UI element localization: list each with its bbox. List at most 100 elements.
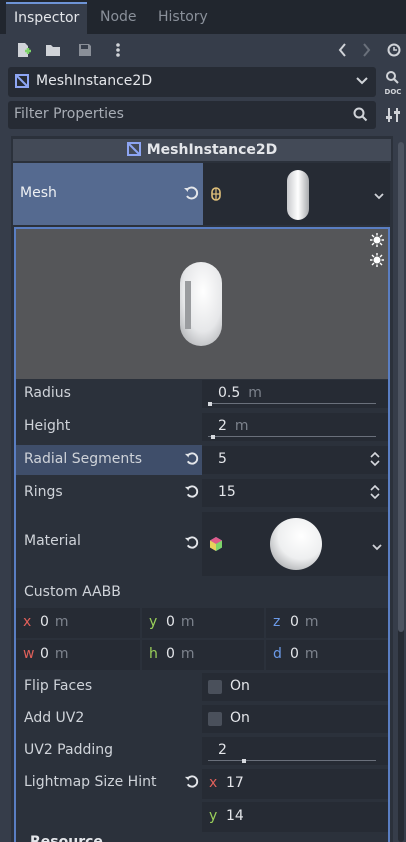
doc-label: DOC — [384, 88, 402, 96]
height-unit: m — [234, 418, 249, 434]
checkbox-unchecked-icon[interactable] — [208, 680, 222, 694]
uv2-padding-value: 2 — [218, 742, 227, 758]
section-header: MeshInstance2D — [13, 139, 391, 161]
load-resource-icon[interactable] — [42, 39, 64, 61]
more-icon[interactable] — [107, 39, 129, 61]
chevron-down-icon[interactable] — [374, 189, 384, 204]
search-icon — [353, 107, 368, 126]
mesh-instance-2d-icon — [14, 73, 30, 93]
height-slider-grabber[interactable] — [211, 435, 215, 439]
lightmap-size-x-field[interactable]: x 17 — [202, 769, 388, 799]
spin-updown-icon[interactable] — [370, 484, 380, 502]
flip-faces-row: Flip Faces On — [16, 672, 388, 702]
checkbox-unchecked-icon[interactable] — [208, 712, 222, 726]
lightmap-size-y-field[interactable]: y 14 — [202, 802, 388, 832]
radius-slider[interactable] — [208, 402, 376, 406]
aabb-y-axis: y — [149, 614, 158, 630]
add-uv2-row: Add UV2 On — [16, 704, 388, 734]
aabb-z-unit: m — [304, 614, 319, 630]
aabb-h-axis: h — [149, 646, 158, 662]
flip-faces-checkbox[interactable]: On — [202, 673, 388, 701]
lightmap-x-value: 17 — [226, 775, 244, 791]
object-selector[interactable]: MeshInstance2D — [8, 67, 376, 97]
section-title: MeshInstance2D — [146, 142, 278, 158]
aabb-h-field[interactable]: h 0m — [142, 640, 264, 670]
revert-icon[interactable] — [184, 535, 199, 554]
capsule-thumbnail — [283, 169, 313, 225]
scrollbar[interactable] — [398, 142, 404, 842]
tab-node[interactable]: Node — [92, 4, 145, 30]
flip-faces-toggle-label: On — [230, 678, 250, 694]
light-1-toggle-icon[interactable] — [370, 233, 384, 251]
back-icon[interactable] — [332, 39, 354, 61]
forward-icon[interactable] — [355, 39, 377, 61]
aabb-z-value: 0 — [290, 614, 299, 630]
radial-segments-spinbox[interactable]: 5 — [202, 446, 388, 474]
aabb-d-field[interactable]: d 0m — [266, 640, 388, 670]
mesh-preview — [16, 229, 388, 379]
aabb-y-value: 0 — [166, 614, 175, 630]
rings-spinbox[interactable]: 15 — [202, 479, 388, 507]
mesh-property-row[interactable]: Mesh — [13, 163, 203, 225]
radius-unit: m — [248, 385, 262, 401]
aabb-h-unit: m — [180, 646, 195, 662]
height-field[interactable]: 2m — [202, 413, 388, 441]
open-documentation-button[interactable]: DOC — [382, 70, 404, 96]
object-selector-label: MeshInstance2D — [36, 73, 153, 89]
uv2-padding-slider-grabber[interactable] — [242, 759, 246, 763]
aabb-d-value: 0 — [290, 646, 299, 662]
material-label: Material — [24, 533, 81, 549]
spin-updown-icon[interactable] — [370, 451, 380, 469]
radial-segments-label-cell: Radial Segments — [16, 445, 202, 475]
radius-label: Radius — [24, 385, 71, 401]
material-row: Material — [16, 511, 388, 577]
aabb-x-field[interactable]: x 0m — [16, 608, 140, 638]
lightmap-y-axis: y — [209, 808, 218, 824]
radius-value: 0.5 — [218, 385, 241, 401]
uv2-padding-slider[interactable] — [208, 759, 376, 763]
filter-properties-input[interactable]: Filter Properties — [8, 101, 376, 129]
uv2-padding-label: UV2 Padding — [24, 742, 113, 758]
scrollbar-grabber[interactable] — [398, 142, 404, 632]
save-icon[interactable] — [74, 39, 96, 61]
light-2-toggle-icon[interactable] — [370, 253, 384, 271]
mesh-resource-picker[interactable] — [203, 163, 390, 225]
height-slider[interactable] — [208, 435, 376, 439]
add-uv2-toggle-label: On — [230, 710, 250, 726]
revert-icon[interactable] — [184, 451, 199, 470]
revert-icon[interactable] — [184, 484, 199, 503]
tab-history[interactable]: History — [150, 4, 216, 30]
revert-icon[interactable] — [183, 185, 199, 205]
aabb-y-field[interactable]: y 0m — [142, 608, 264, 638]
uv2-padding-field[interactable]: 2 — [202, 737, 388, 765]
height-row: Height 2m — [16, 412, 388, 442]
tab-inspector[interactable]: Inspector — [6, 2, 88, 34]
tools-icon[interactable] — [382, 104, 404, 126]
material-resource-picker[interactable] — [202, 512, 388, 576]
radius-field[interactable]: 0.5 m — [202, 380, 388, 408]
add-uv2-checkbox[interactable]: On — [202, 705, 388, 733]
filter-placeholder: Filter Properties — [14, 106, 124, 122]
history-icon[interactable] — [383, 39, 405, 61]
aabb-w-field[interactable]: w 0m — [16, 640, 140, 670]
chevron-down-icon[interactable] — [372, 540, 382, 555]
radial-segments-value: 5 — [218, 451, 227, 467]
radial-segments-row: 5 — [202, 445, 388, 475]
radius-slider-grabber[interactable] — [208, 402, 212, 406]
material-sphere-thumbnail — [266, 516, 326, 576]
revert-icon[interactable] — [184, 774, 199, 793]
aabb-d-axis: d — [273, 646, 282, 662]
aabb-z-field[interactable]: z 0m — [266, 608, 388, 638]
capsule-mesh-icon — [209, 187, 223, 205]
resource-section-label[interactable]: Resource — [30, 834, 103, 842]
lightmap-y-value: 14 — [226, 808, 244, 824]
aabb-h-value: 0 — [166, 646, 175, 662]
aabb-x-axis: x — [23, 614, 32, 630]
custom-aabb-row: Custom AABB — [16, 578, 388, 608]
lightmap-size-hint-row: Lightmap Size Hint x 17 y 14 — [16, 768, 388, 832]
aabb-x-unit: m — [54, 614, 69, 630]
rings-label: Rings — [24, 484, 63, 500]
aabb-w-axis: w — [23, 646, 35, 662]
aabb-x-value: 0 — [40, 614, 49, 630]
new-resource-icon[interactable] — [12, 39, 34, 61]
